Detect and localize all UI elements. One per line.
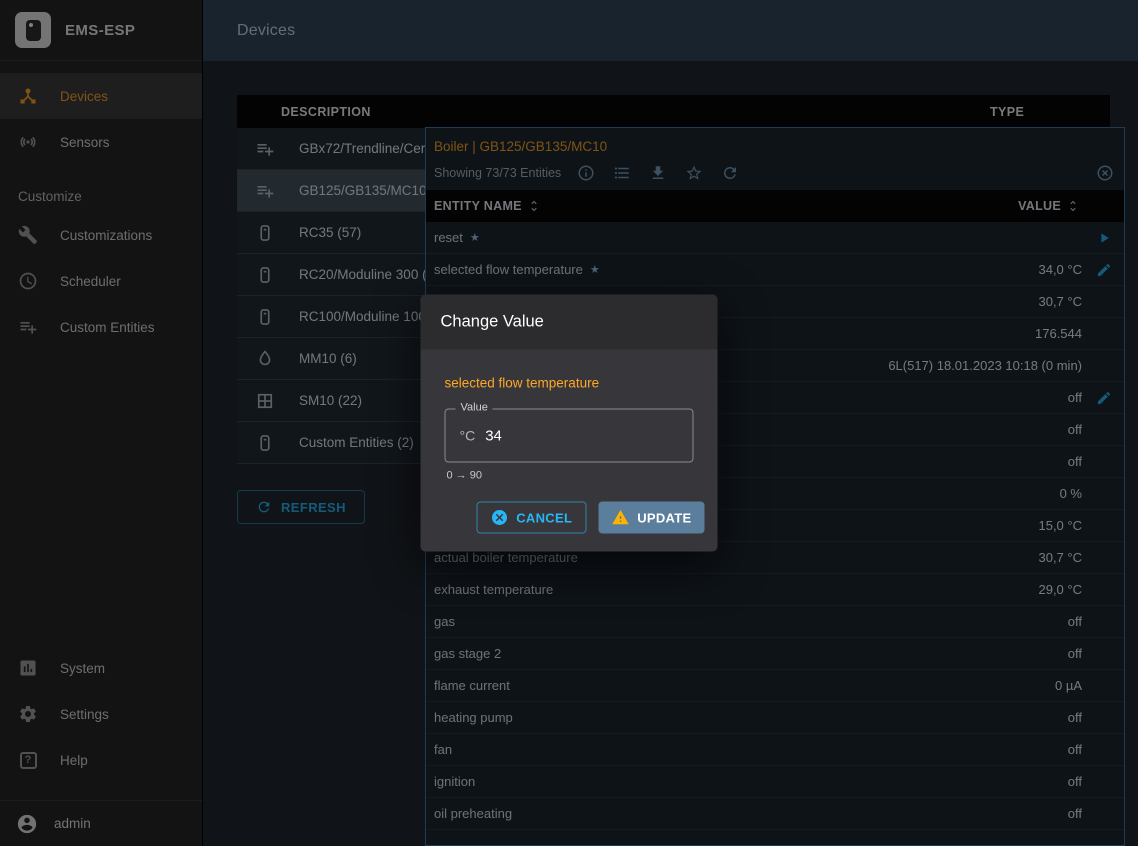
dialog-entity-label: selected flow temperature	[445, 376, 694, 391]
value-field[interactable]: Value °C	[445, 409, 694, 463]
update-button-label: UPDATE	[637, 510, 691, 525]
update-button[interactable]: UPDATE	[598, 502, 704, 534]
warning-icon	[611, 509, 629, 527]
dialog-title: Change Value	[421, 295, 718, 350]
change-value-dialog: Change Value selected flow temperature V…	[421, 295, 718, 552]
cancel-circle-icon	[490, 509, 508, 527]
value-field-label: Value	[456, 402, 493, 414]
unit-adornment: °C	[460, 428, 476, 444]
cancel-button[interactable]: CANCEL	[476, 502, 586, 534]
range-helper-text: 0 → 90	[447, 470, 692, 482]
cancel-button-label: CANCEL	[516, 510, 572, 525]
value-input[interactable]	[485, 427, 678, 444]
